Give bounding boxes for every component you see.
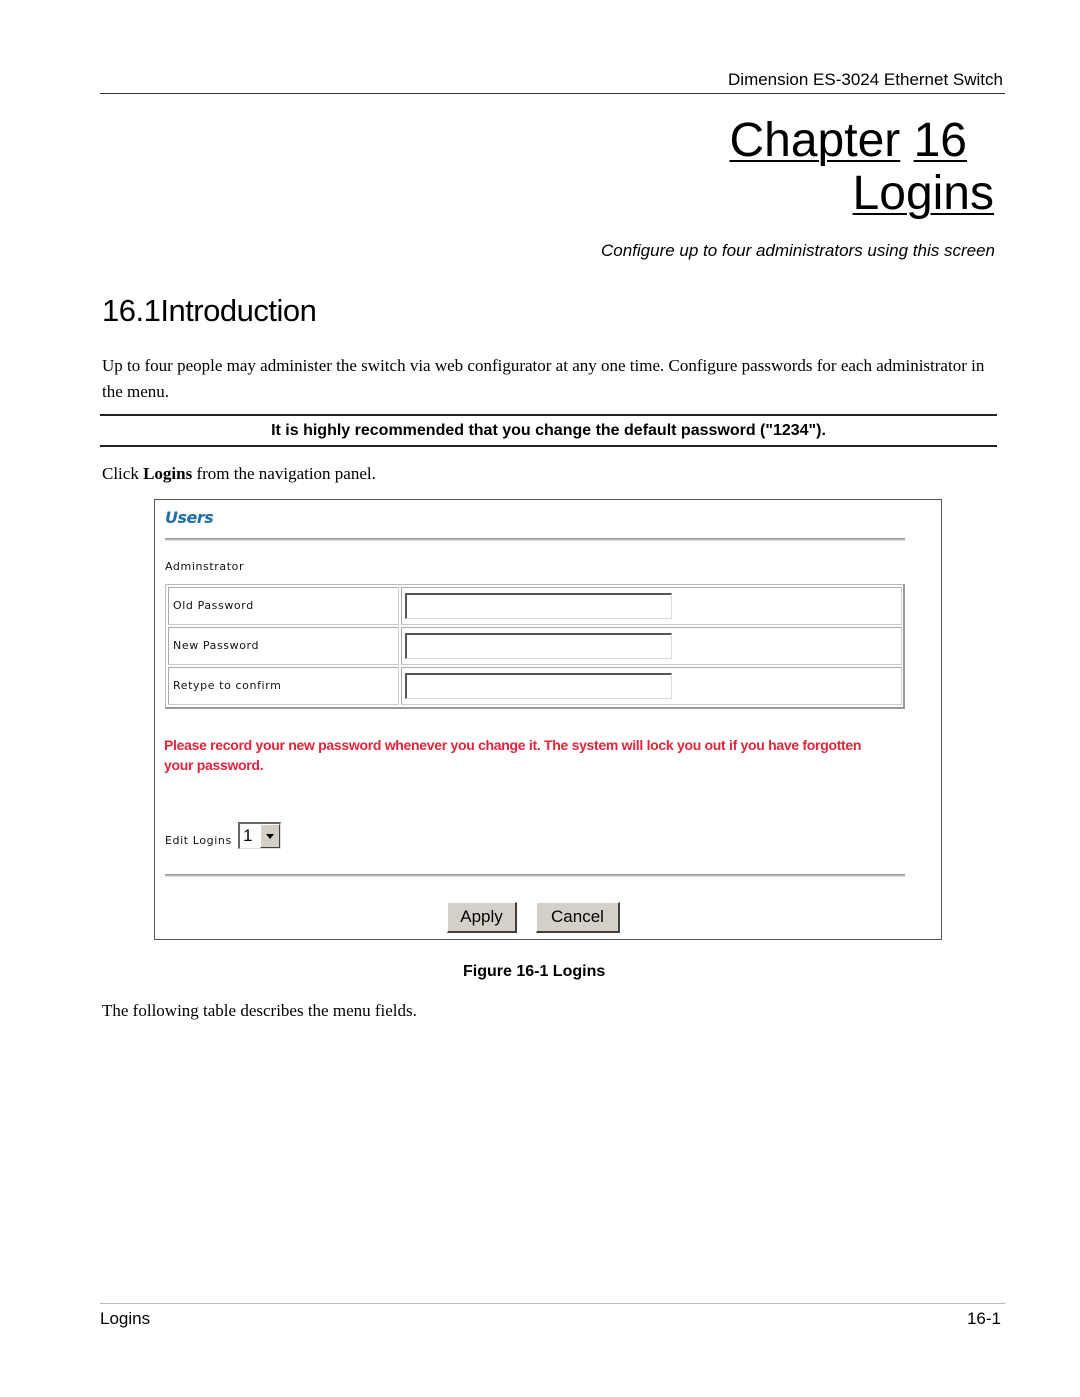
retype-password-label: Retype to confirm (168, 667, 399, 705)
chapter-subtitle: Configure up to four administrators usin… (600, 241, 995, 260)
click-instruction: Click Logins from the navigation panel. (102, 461, 376, 487)
edit-logins-label: Edit Logins (165, 834, 232, 847)
users-screen-figure: Users Adminstrator Old Password New Pass… (154, 499, 942, 940)
click-bold-term: Logins (143, 464, 193, 483)
click-suffix: from the navigation panel. (192, 464, 376, 483)
note-box: It is highly recommended that you change… (100, 414, 997, 447)
form-row-retype-password: Retype to confirm (168, 667, 902, 707)
chevron-down-icon (266, 834, 274, 839)
note-text: It is highly recommended that you change… (271, 422, 826, 439)
figure-caption: Figure 16-1 Logins (463, 963, 606, 980)
new-password-input[interactable] (405, 633, 672, 659)
footer-chapter-name: Logins (100, 1309, 151, 1328)
old-password-input[interactable] (405, 593, 672, 619)
cancel-button[interactable]: Cancel (536, 902, 620, 933)
title-divider (165, 538, 905, 541)
retype-password-input[interactable] (405, 673, 672, 699)
page-footer: Logins 16-1 (100, 1303, 1005, 1333)
chapter-heading: Chapter 16 (730, 113, 968, 169)
following-text: The following table describes the menu f… (102, 1001, 417, 1020)
edit-logins-select[interactable]: 1 (238, 822, 281, 849)
chapter-title-text: Logins (852, 167, 994, 220)
edit-logins-value: 1 (243, 826, 253, 845)
dropdown-button[interactable] (260, 824, 280, 848)
buttons-divider (165, 874, 905, 877)
click-prefix: Click (102, 464, 144, 483)
chapter-title: Logins (853, 166, 994, 222)
chapter-word: Chapter (729, 114, 901, 167)
running-header: Dimension ES-3024 Ethernet Switch (100, 69, 1005, 94)
chapter-number: 16 (913, 114, 967, 167)
apply-button[interactable]: Apply (447, 902, 517, 933)
intro-paragraph: Up to four people may administer the swi… (102, 356, 985, 401)
new-password-cell (401, 627, 902, 665)
administrator-label: Adminstrator (165, 560, 245, 573)
page-number: 16-1 (966, 1309, 1001, 1328)
old-password-cell (401, 587, 902, 625)
form-row-old-password: Old Password (168, 587, 902, 627)
old-password-label: Old Password (168, 587, 399, 625)
users-title: Users (165, 508, 214, 527)
retype-password-cell (401, 667, 902, 705)
section-heading: 16.1Introduction (102, 293, 317, 328)
new-password-label: New Password (168, 627, 399, 665)
password-form-table: Old Password New Password Retype to conf… (165, 584, 905, 709)
form-row-new-password: New Password (168, 627, 902, 667)
password-warning: Please record your new password whenever… (164, 737, 862, 773)
